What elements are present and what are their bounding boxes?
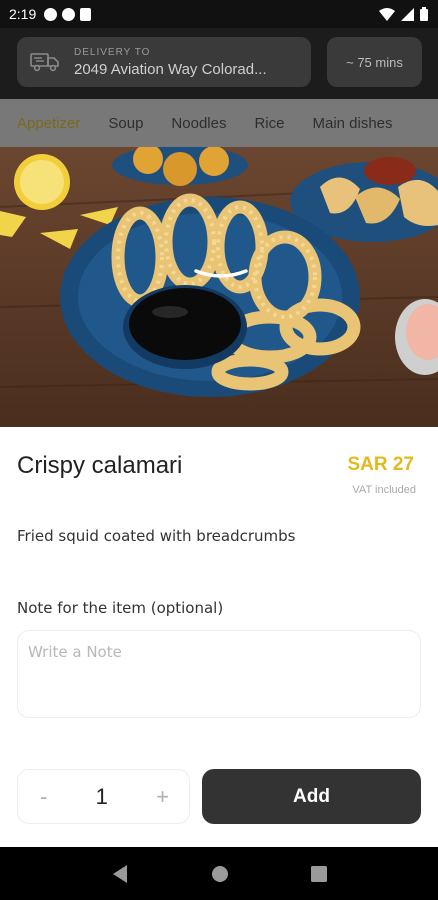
item-price: SAR 27 [347, 454, 414, 475]
add-button[interactable]: Add [202, 769, 421, 824]
tab-appetizer[interactable]: Appetizer [17, 115, 80, 132]
status-icons-left [44, 7, 92, 21]
calamari-photo [0, 147, 438, 427]
system-nav-bar [0, 847, 438, 900]
tab-soup[interactable]: Soup [108, 115, 143, 132]
decrease-quantity-button[interactable]: - [40, 784, 47, 810]
quantity-value: 1 [95, 783, 108, 809]
wifi-icon [379, 7, 395, 21]
vat-note: VAT included [352, 484, 416, 496]
item-image [0, 147, 438, 427]
quantity-stepper: - 1 + [17, 769, 190, 824]
status-bar: 2:19 [0, 0, 438, 28]
tab-main-dishes[interactable]: Main dishes [312, 115, 392, 132]
tab-rice[interactable]: Rice [254, 115, 284, 132]
item-title: Crispy calamari [17, 452, 183, 479]
delivery-address: 2049 Aviation Way Colorad... [74, 60, 267, 78]
signal-icon [401, 7, 414, 21]
status-icons-right [379, 7, 428, 21]
recents-icon[interactable] [311, 865, 327, 882]
item-description: Fried squid coated with breadcrumbs [17, 527, 296, 545]
notification-icon [44, 7, 58, 21]
category-tabs: Appetizer Soup Noodles Rice Main dishes [0, 99, 438, 147]
home-icon[interactable] [211, 865, 229, 883]
increase-quantity-button[interactable]: + [156, 784, 169, 810]
notification-icon [62, 7, 76, 21]
note-label: Note for the item (optional) [17, 599, 224, 617]
delivery-label: DELIVERY TO [74, 46, 151, 58]
delivery-texts: DELIVERY TO 2049 Aviation Way Colorad... [74, 47, 267, 78]
tab-noodles[interactable]: Noodles [171, 115, 226, 132]
header: DELIVERY TO 2049 Aviation Way Colorad...… [0, 28, 438, 99]
back-icon[interactable] [111, 864, 129, 884]
truck-icon [30, 53, 59, 72]
battery-icon [420, 7, 428, 21]
note-input[interactable] [17, 630, 421, 718]
delivery-address-selector[interactable]: DELIVERY TO 2049 Aviation Way Colorad... [17, 37, 311, 87]
status-time: 2:19 [9, 6, 37, 22]
sim-card-icon [80, 7, 92, 21]
delivery-eta[interactable]: ~ 75 mins [327, 37, 422, 87]
